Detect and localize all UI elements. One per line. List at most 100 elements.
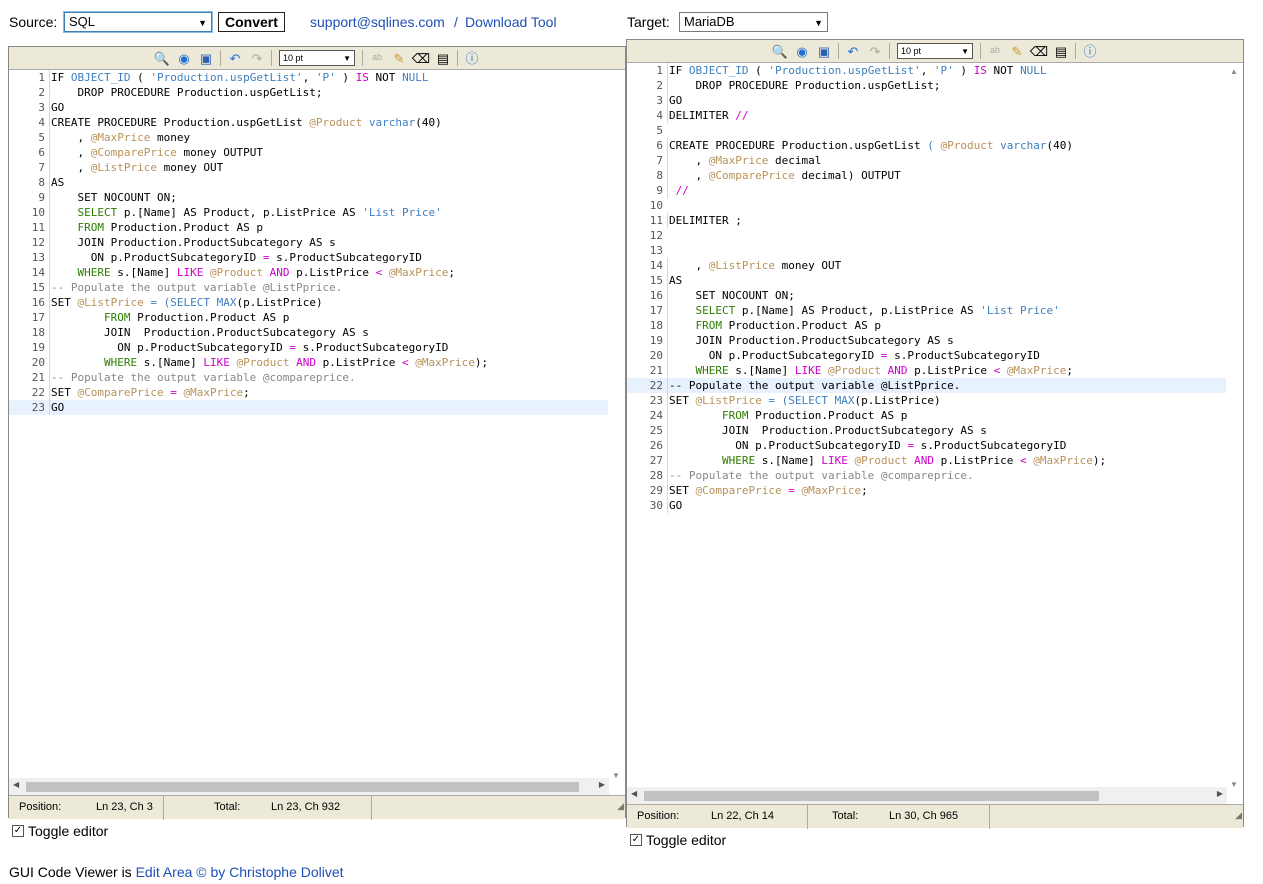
code-line[interactable]: 7 , @ListPrice money OUT xyxy=(9,160,609,175)
redo-icon[interactable]: ↷ xyxy=(865,42,885,60)
help-icon[interactable]: ⓘ xyxy=(462,49,482,67)
source-vertical-scrollbar[interactable]: ▼ xyxy=(608,70,625,782)
code-line[interactable]: 24 FROM Production.Product AS p xyxy=(627,408,1227,423)
target-select[interactable]: MariaDB ▼ xyxy=(679,12,828,32)
code-line[interactable]: 22 -- Populate the output variable @ListP… xyxy=(627,378,1227,393)
source-toggle-editor[interactable]: ✓ Toggle editor xyxy=(12,823,108,839)
code-line[interactable]: 3 GO xyxy=(627,93,1227,108)
target-code-area[interactable]: 1 IF OBJECT_ID ( 'Production.uspGetList',… xyxy=(627,63,1227,791)
scroll-right-icon[interactable]: ▶ xyxy=(1217,789,1223,798)
code-line[interactable]: 3 GO xyxy=(9,100,609,115)
spellcheck-icon[interactable]: ᵃᵇ xyxy=(985,42,1005,60)
code-line[interactable]: 6 CREATE PROCEDURE Production.uspGetList … xyxy=(627,138,1227,153)
code-line[interactable]: 5 xyxy=(627,123,1227,138)
spellcheck-icon[interactable]: ᵃᵇ xyxy=(367,49,387,67)
scrollbar-thumb[interactable] xyxy=(26,782,579,792)
code-line[interactable]: 11 FROM Production.Product AS p xyxy=(9,220,609,235)
code-line[interactable]: 11 DELIMITER ; xyxy=(627,213,1227,228)
help-icon[interactable]: ⓘ xyxy=(1080,42,1100,60)
code-line[interactable]: 27 WHERE s.[Name] LIKE @Product AND p.Li… xyxy=(627,453,1227,468)
code-line[interactable]: 19 ON p.ProductSubcategoryID = s.Product… xyxy=(9,340,609,355)
target-vertical-scrollbar[interactable]: ▲ ▼ xyxy=(1226,63,1243,791)
code-line[interactable]: 19 JOIN Production.ProductSubcategory AS… xyxy=(627,333,1227,348)
code-line[interactable]: 14 WHERE s.[Name] LIKE @Product AND p.Li… xyxy=(9,265,609,280)
scroll-left-icon[interactable]: ◀ xyxy=(631,789,637,798)
code-line[interactable]: 17 SELECT p.[Name] AS Product, p.ListPri… xyxy=(627,303,1227,318)
code-line[interactable]: 1 IF OBJECT_ID ( 'Production.uspGetList',… xyxy=(627,63,1227,78)
code-line[interactable]: 15 -- Populate the output variable @ListP… xyxy=(9,280,609,295)
highlight-icon[interactable]: ✎ xyxy=(1007,42,1027,60)
fullscreen-icon[interactable]: ▣ xyxy=(196,49,216,67)
binoculars-icon[interactable]: 🔍 xyxy=(152,49,172,67)
code-line[interactable]: 17 FROM Production.Product AS p xyxy=(9,310,609,325)
code-line[interactable]: 10 xyxy=(627,198,1227,213)
code-line[interactable]: 8 , @ComparePrice decimal) OUTPUT xyxy=(627,168,1227,183)
scroll-right-icon[interactable]: ▶ xyxy=(599,780,605,789)
code-line[interactable]: 13 ON p.ProductSubcategoryID = s.Product… xyxy=(9,250,609,265)
goto-icon[interactable]: ◉ xyxy=(792,42,812,60)
scroll-down-icon[interactable]: ▼ xyxy=(612,771,620,780)
font-size-select[interactable]: 10 pt ▼ xyxy=(279,50,355,66)
code-line[interactable]: 25 JOIN Production.ProductSubcategory AS… xyxy=(627,423,1227,438)
binoculars-icon[interactable]: 🔍 xyxy=(770,42,790,60)
code-line[interactable]: 23 SET @ListPrice = (SELECT MAX(p.ListPri… xyxy=(627,393,1227,408)
code-line[interactable]: 8 AS xyxy=(9,175,609,190)
code-line[interactable]: 18 FROM Production.Product AS p xyxy=(627,318,1227,333)
code-line[interactable]: 4 DELIMITER // xyxy=(627,108,1227,123)
code-line[interactable]: 16 SET NOCOUNT ON; xyxy=(627,288,1227,303)
code-line[interactable]: 26 ON p.ProductSubcategoryID = s.Product… xyxy=(627,438,1227,453)
code-line[interactable]: 14 , @ListPrice money OUT xyxy=(627,258,1227,273)
reset-highlight-icon[interactable]: ⌫ xyxy=(1029,42,1049,60)
toggle-checkbox[interactable]: ✓ xyxy=(12,825,24,837)
source-select[interactable]: SQL ▼ xyxy=(63,11,213,33)
undo-icon[interactable]: ↶ xyxy=(843,42,863,60)
code-line[interactable]: 21 -- Populate the output variable @compa… xyxy=(9,370,609,385)
code-line[interactable]: 6 , @ComparePrice money OUTPUT xyxy=(9,145,609,160)
code-line[interactable]: 10 SELECT p.[Name] AS Product, p.ListPri… xyxy=(9,205,609,220)
source-code-area[interactable]: 1 IF OBJECT_ID ( 'Production.uspGetList',… xyxy=(9,70,609,782)
reset-highlight-icon[interactable]: ⌫ xyxy=(411,49,431,67)
code-line[interactable]: 16 SET @ListPrice = (SELECT MAX(p.ListPri… xyxy=(9,295,609,310)
code-line[interactable]: 18 JOIN Production.ProductSubcategory AS… xyxy=(9,325,609,340)
resize-grip-icon[interactable]: ◢ xyxy=(1235,810,1242,827)
fullscreen-icon[interactable]: ▣ xyxy=(814,42,834,60)
word-wrap-icon[interactable]: ▤ xyxy=(1051,42,1071,60)
source-horizontal-scrollbar[interactable]: ◀ ▶ xyxy=(9,778,609,795)
code-line[interactable]: 22 SET @ComparePrice = @MaxPrice; xyxy=(9,385,609,400)
goto-icon[interactable]: ◉ xyxy=(174,49,194,67)
support-link[interactable]: support@sqlines.com xyxy=(310,14,445,30)
scroll-up-icon[interactable]: ▲ xyxy=(1230,67,1238,76)
code-line[interactable]: 1 IF OBJECT_ID ( 'Production.uspGetList',… xyxy=(9,70,609,85)
code-line[interactable]: 30 GO xyxy=(627,498,1227,513)
word-wrap-icon[interactable]: ▤ xyxy=(433,49,453,67)
code-line[interactable]: 5 , @MaxPrice money xyxy=(9,130,609,145)
highlight-icon[interactable]: ✎ xyxy=(389,49,409,67)
code-line[interactable]: 12 xyxy=(627,228,1227,243)
undo-icon[interactable]: ↶ xyxy=(225,49,245,67)
code-line[interactable]: 28 -- Populate the output variable @compa… xyxy=(627,468,1227,483)
code-line[interactable]: 2 DROP PROCEDURE Production.uspGetList; xyxy=(627,78,1227,93)
code-line[interactable]: 9 SET NOCOUNT ON; xyxy=(9,190,609,205)
code-line[interactable]: 12 JOIN Production.ProductSubcategory AS… xyxy=(9,235,609,250)
convert-button[interactable]: Convert xyxy=(218,12,285,32)
code-line[interactable]: 21 WHERE s.[Name] LIKE @Product AND p.Li… xyxy=(627,363,1227,378)
code-line[interactable]: 2 DROP PROCEDURE Production.uspGetList; xyxy=(9,85,609,100)
toggle-checkbox[interactable]: ✓ xyxy=(630,834,642,846)
code-line[interactable]: 20 WHERE s.[Name] LIKE @Product AND p.Li… xyxy=(9,355,609,370)
resize-grip-icon[interactable]: ◢ xyxy=(617,801,624,818)
code-line[interactable]: 23 GO xyxy=(9,400,609,415)
font-size-select[interactable]: 10 pt ▼ xyxy=(897,43,973,59)
code-line[interactable]: 4 CREATE PROCEDURE Production.uspGetList … xyxy=(9,115,609,130)
scroll-left-icon[interactable]: ◀ xyxy=(13,780,19,789)
code-line[interactable]: 13 xyxy=(627,243,1227,258)
code-line[interactable]: 29 SET @ComparePrice = @MaxPrice; xyxy=(627,483,1227,498)
target-horizontal-scrollbar[interactable]: ◀ ▶ xyxy=(627,787,1227,804)
code-line[interactable]: 9 // xyxy=(627,183,1227,198)
target-toggle-editor[interactable]: ✓ Toggle editor xyxy=(630,832,726,848)
redo-icon[interactable]: ↷ xyxy=(247,49,267,67)
code-line[interactable]: 20 ON p.ProductSubcategoryID = s.Product… xyxy=(627,348,1227,363)
edit-area-link[interactable]: Edit Area © by Christophe Dolivet xyxy=(136,864,344,880)
code-line[interactable]: 7 , @MaxPrice decimal xyxy=(627,153,1227,168)
scrollbar-thumb[interactable] xyxy=(644,791,1099,801)
scroll-down-icon[interactable]: ▼ xyxy=(1230,780,1238,789)
